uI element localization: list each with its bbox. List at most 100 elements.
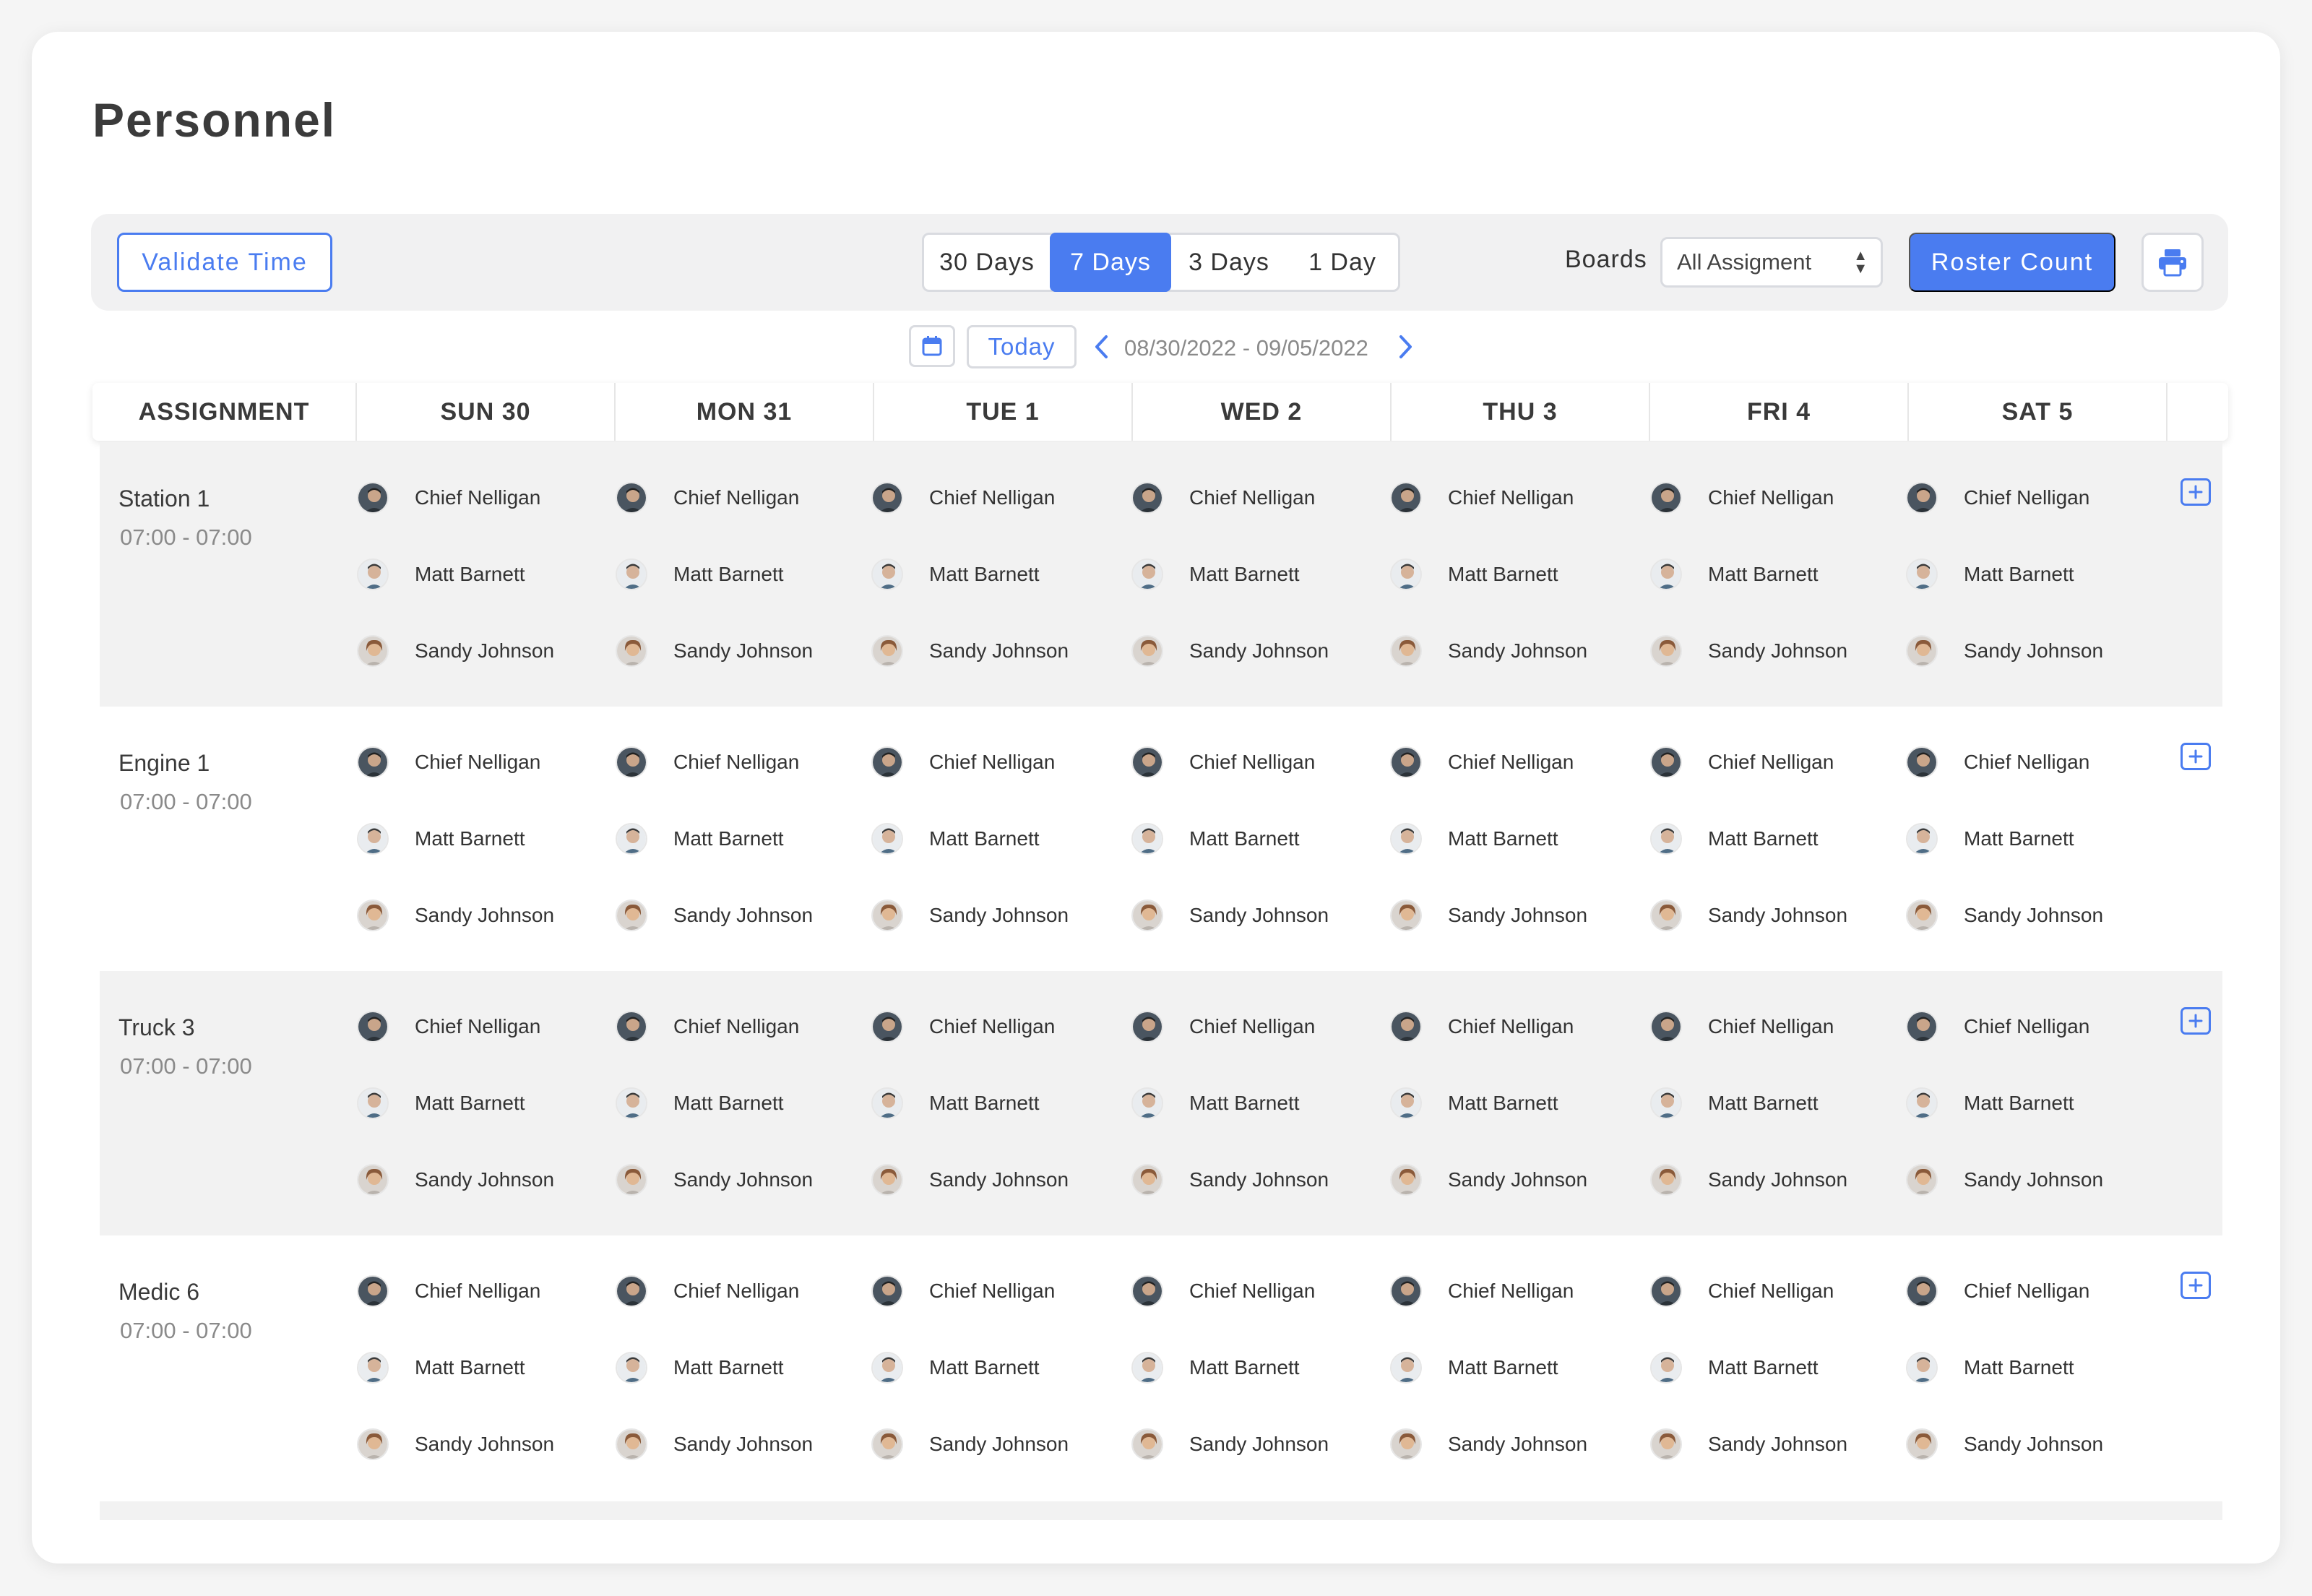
today-button[interactable]: Today [967,325,1077,368]
person-chip-chief-nelligan[interactable]: Chief Nelligan [616,1010,799,1043]
person-chip-matt-barnett[interactable]: Matt Barnett [357,1087,525,1120]
boards-select[interactable]: All Assigment ▲ ▼ [1660,237,1883,288]
person-chip-chief-nelligan[interactable]: Chief Nelligan [871,481,1055,514]
person-chip-matt-barnett[interactable]: Matt Barnett [871,822,1040,855]
roster-count-button[interactable]: Roster Count [1909,233,2115,292]
person-chip-matt-barnett[interactable]: Matt Barnett [1131,558,1300,591]
person-chip-chief-nelligan[interactable]: Chief Nelligan [616,1274,799,1308]
person-chip-sandy-johnson[interactable]: Sandy Johnson [1906,634,2103,668]
person-chip-sandy-johnson[interactable]: Sandy Johnson [616,1163,813,1196]
person-chip-sandy-johnson[interactable]: Sandy Johnson [1390,1428,1587,1461]
person-chip-matt-barnett[interactable]: Matt Barnett [616,1351,784,1384]
person-chip-matt-barnett[interactable]: Matt Barnett [871,1351,1040,1384]
person-chip-sandy-johnson[interactable]: Sandy Johnson [1131,1428,1329,1461]
person-chip-matt-barnett[interactable]: Matt Barnett [1650,1087,1819,1120]
person-chip-matt-barnett[interactable]: Matt Barnett [871,1087,1040,1120]
person-chip-matt-barnett[interactable]: Matt Barnett [1131,822,1300,855]
person-chip-matt-barnett[interactable]: Matt Barnett [1650,822,1819,855]
person-chip-chief-nelligan[interactable]: Chief Nelligan [1131,1274,1315,1308]
person-chip-sandy-johnson[interactable]: Sandy Johnson [871,1163,1069,1196]
person-chip-matt-barnett[interactable]: Matt Barnett [1906,822,2074,855]
person-chip-matt-barnett[interactable]: Matt Barnett [1906,1087,2074,1120]
person-chip-chief-nelligan[interactable]: Chief Nelligan [1131,481,1315,514]
next-week-arrow[interactable] [1392,331,1420,363]
person-chip-chief-nelligan[interactable]: Chief Nelligan [1390,1274,1574,1308]
person-chip-chief-nelligan[interactable]: Chief Nelligan [357,1010,540,1043]
print-button[interactable] [2141,233,2204,292]
person-chip-matt-barnett[interactable]: Matt Barnett [1650,1351,1819,1384]
range-7-days-button[interactable]: 7 Days [1050,233,1171,292]
person-chip-sandy-johnson[interactable]: Sandy Johnson [871,899,1069,932]
person-chip-chief-nelligan[interactable]: Chief Nelligan [871,746,1055,779]
person-chip-sandy-johnson[interactable]: Sandy Johnson [1390,634,1587,668]
person-chip-chief-nelligan[interactable]: Chief Nelligan [871,1274,1055,1308]
person-chip-sandy-johnson[interactable]: Sandy Johnson [616,1428,813,1461]
person-chip-matt-barnett[interactable]: Matt Barnett [1131,1351,1300,1384]
person-chip-sandy-johnson[interactable]: Sandy Johnson [1906,1428,2103,1461]
person-chip-chief-nelligan[interactable]: Chief Nelligan [1906,746,2089,779]
person-chip-sandy-johnson[interactable]: Sandy Johnson [1650,1428,1847,1461]
person-chip-sandy-johnson[interactable]: Sandy Johnson [357,1428,554,1461]
validate-time-button[interactable]: Validate Time [117,233,332,292]
person-chip-sandy-johnson[interactable]: Sandy Johnson [1650,634,1847,668]
person-chip-chief-nelligan[interactable]: Chief Nelligan [357,746,540,779]
person-chip-chief-nelligan[interactable]: Chief Nelligan [1131,746,1315,779]
person-chip-sandy-johnson[interactable]: Sandy Johnson [357,634,554,668]
person-chip-chief-nelligan[interactable]: Chief Nelligan [871,1010,1055,1043]
person-chip-chief-nelligan[interactable]: Chief Nelligan [1390,1010,1574,1043]
person-chip-sandy-johnson[interactable]: Sandy Johnson [616,634,813,668]
person-chip-sandy-johnson[interactable]: Sandy Johnson [1131,1163,1329,1196]
person-chip-chief-nelligan[interactable]: Chief Nelligan [1650,481,1834,514]
person-chip-sandy-johnson[interactable]: Sandy Johnson [1390,899,1587,932]
person-chip-matt-barnett[interactable]: Matt Barnett [1390,558,1558,591]
person-chip-matt-barnett[interactable]: Matt Barnett [1390,822,1558,855]
person-chip-sandy-johnson[interactable]: Sandy Johnson [871,1428,1069,1461]
person-chip-matt-barnett[interactable]: Matt Barnett [616,558,784,591]
person-chip-sandy-johnson[interactable]: Sandy Johnson [1650,899,1847,932]
person-chip-chief-nelligan[interactable]: Chief Nelligan [1650,1010,1834,1043]
person-chip-sandy-johnson[interactable]: Sandy Johnson [1131,899,1329,932]
person-chip-matt-barnett[interactable]: Matt Barnett [357,558,525,591]
add-person-button[interactable] [2181,743,2211,770]
person-chip-chief-nelligan[interactable]: Chief Nelligan [1390,746,1574,779]
person-chip-chief-nelligan[interactable]: Chief Nelligan [1906,1010,2089,1043]
person-chip-sandy-johnson[interactable]: Sandy Johnson [1390,1163,1587,1196]
add-person-button[interactable] [2181,1272,2211,1299]
person-chip-matt-barnett[interactable]: Matt Barnett [357,1351,525,1384]
person-chip-matt-barnett[interactable]: Matt Barnett [1650,558,1819,591]
person-chip-chief-nelligan[interactable]: Chief Nelligan [616,481,799,514]
person-chip-sandy-johnson[interactable]: Sandy Johnson [1906,899,2103,932]
person-chip-sandy-johnson[interactable]: Sandy Johnson [357,1163,554,1196]
person-chip-sandy-johnson[interactable]: Sandy Johnson [1131,634,1329,668]
person-chip-chief-nelligan[interactable]: Chief Nelligan [1131,1010,1315,1043]
range-30-days-button[interactable]: 30 Days [924,235,1050,290]
person-chip-matt-barnett[interactable]: Matt Barnett [357,822,525,855]
person-chip-sandy-johnson[interactable]: Sandy Johnson [871,634,1069,668]
person-chip-chief-nelligan[interactable]: Chief Nelligan [1390,481,1574,514]
person-chip-matt-barnett[interactable]: Matt Barnett [1906,1351,2074,1384]
person-chip-chief-nelligan[interactable]: Chief Nelligan [616,746,799,779]
person-chip-matt-barnett[interactable]: Matt Barnett [616,822,784,855]
prev-week-arrow[interactable] [1087,331,1116,363]
range-3-days-button[interactable]: 3 Days [1171,235,1287,290]
person-chip-chief-nelligan[interactable]: Chief Nelligan [357,481,540,514]
person-chip-matt-barnett[interactable]: Matt Barnett [1390,1087,1558,1120]
person-chip-matt-barnett[interactable]: Matt Barnett [1131,1087,1300,1120]
person-chip-matt-barnett[interactable]: Matt Barnett [616,1087,784,1120]
add-person-button[interactable] [2181,478,2211,506]
add-person-button[interactable] [2181,1007,2211,1035]
person-chip-sandy-johnson[interactable]: Sandy Johnson [357,899,554,932]
range-1-day-button[interactable]: 1 Day [1287,235,1398,290]
person-chip-sandy-johnson[interactable]: Sandy Johnson [1650,1163,1847,1196]
person-chip-matt-barnett[interactable]: Matt Barnett [1390,1351,1558,1384]
person-chip-sandy-johnson[interactable]: Sandy Johnson [1906,1163,2103,1196]
person-chip-chief-nelligan[interactable]: Chief Nelligan [357,1274,540,1308]
person-chip-chief-nelligan[interactable]: Chief Nelligan [1650,1274,1834,1308]
person-chip-chief-nelligan[interactable]: Chief Nelligan [1906,481,2089,514]
person-chip-chief-nelligan[interactable]: Chief Nelligan [1906,1274,2089,1308]
person-chip-matt-barnett[interactable]: Matt Barnett [871,558,1040,591]
person-chip-sandy-johnson[interactable]: Sandy Johnson [616,899,813,932]
person-chip-matt-barnett[interactable]: Matt Barnett [1906,558,2074,591]
person-chip-chief-nelligan[interactable]: Chief Nelligan [1650,746,1834,779]
calendar-button[interactable] [909,325,955,367]
